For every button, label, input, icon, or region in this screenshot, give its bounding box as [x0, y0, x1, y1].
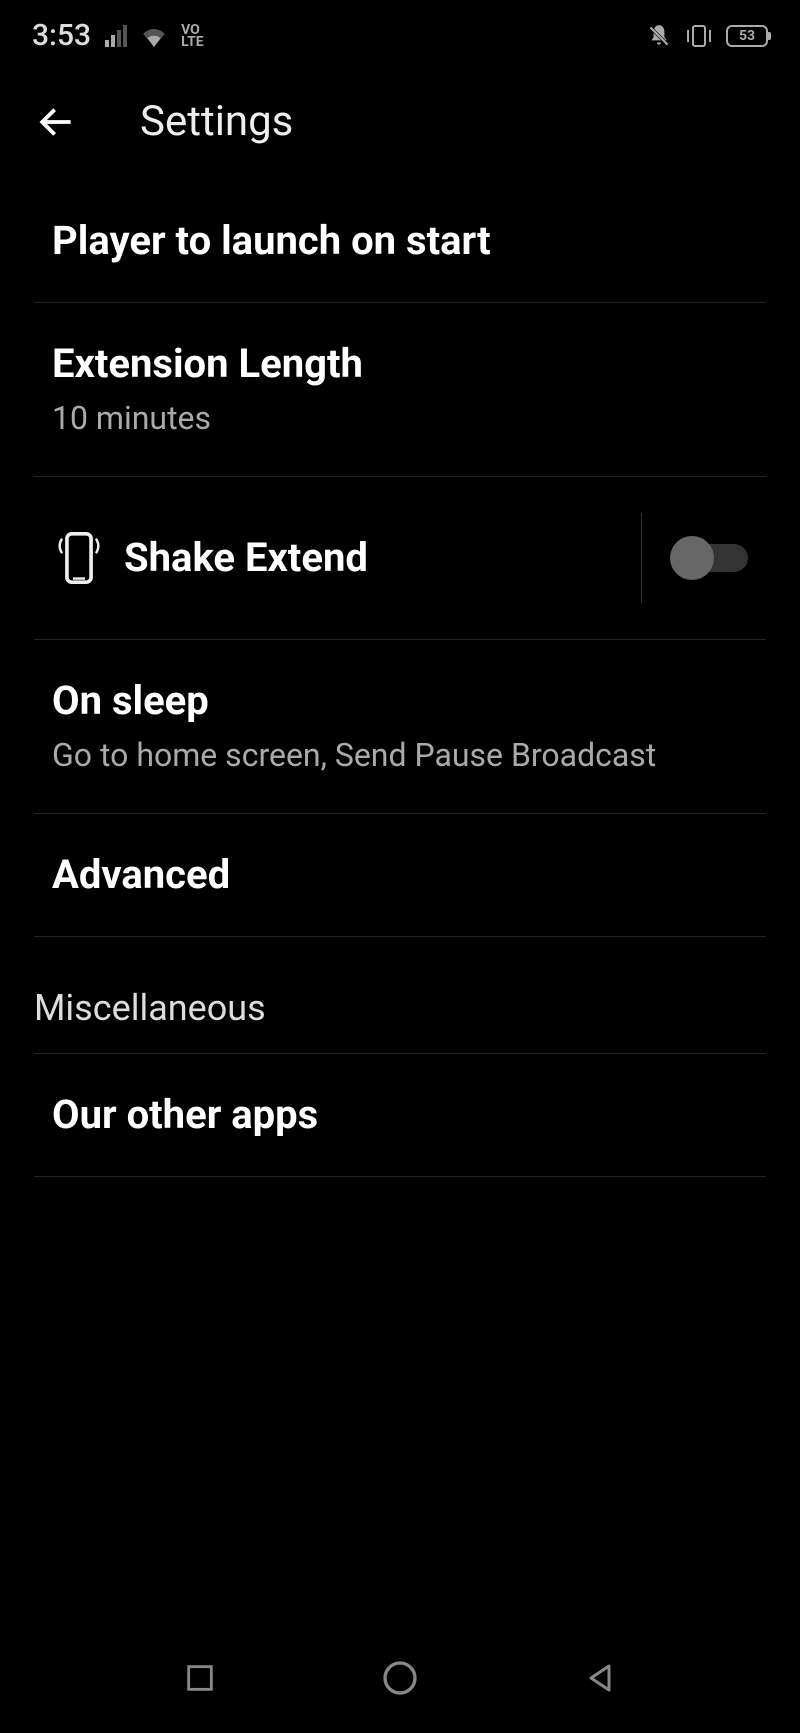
- toggle-container: [641, 513, 748, 603]
- recent-apps-button[interactable]: [180, 1658, 220, 1698]
- row-player-launch[interactable]: Player to launch on start: [34, 180, 766, 303]
- status-left: 3:53 VO LTE: [32, 18, 204, 53]
- row-other-apps[interactable]: Our other apps: [34, 1054, 766, 1177]
- section-miscellaneous: Miscellaneous: [34, 937, 766, 1054]
- row-extension-length[interactable]: Extension Length 10 minutes: [34, 303, 766, 477]
- wifi-icon: [141, 25, 167, 47]
- shake-extend-toggle[interactable]: [672, 544, 748, 572]
- volte-icon: VO LTE: [181, 24, 204, 48]
- row-title: Advanced: [52, 850, 748, 900]
- system-nav-bar: [0, 1643, 800, 1733]
- row-title: Our other apps: [52, 1090, 748, 1140]
- row-title: Shake Extend: [124, 533, 641, 583]
- back-nav-button[interactable]: [580, 1658, 620, 1698]
- battery-icon: 53: [726, 25, 768, 47]
- row-title: Extension Length: [52, 339, 748, 389]
- toggle-knob: [670, 536, 714, 580]
- row-subtitle: 10 minutes: [52, 397, 748, 440]
- status-time: 3:53: [32, 18, 91, 53]
- mute-icon: [646, 23, 672, 49]
- page-title: Settings: [140, 97, 293, 146]
- settings-list: Player to launch on start Extension Leng…: [0, 180, 800, 1177]
- shake-phone-icon: [34, 529, 124, 587]
- status-bar: 3:53 VO LTE 53: [0, 0, 800, 63]
- signal-icon: [105, 25, 127, 47]
- row-advanced[interactable]: Advanced: [34, 814, 766, 937]
- status-right: 53: [646, 23, 768, 49]
- vibrate-icon: [684, 23, 714, 49]
- row-subtitle: Go to home screen, Send Pause Broadcast: [52, 734, 748, 777]
- row-on-sleep[interactable]: On sleep Go to home screen, Send Pause B…: [34, 640, 766, 814]
- home-button[interactable]: [380, 1658, 420, 1698]
- app-bar: Settings: [0, 63, 800, 180]
- back-button[interactable]: [34, 100, 78, 144]
- row-shake-extend[interactable]: Shake Extend: [34, 477, 766, 640]
- row-title: Player to launch on start: [52, 216, 748, 266]
- row-title: On sleep: [52, 676, 748, 726]
